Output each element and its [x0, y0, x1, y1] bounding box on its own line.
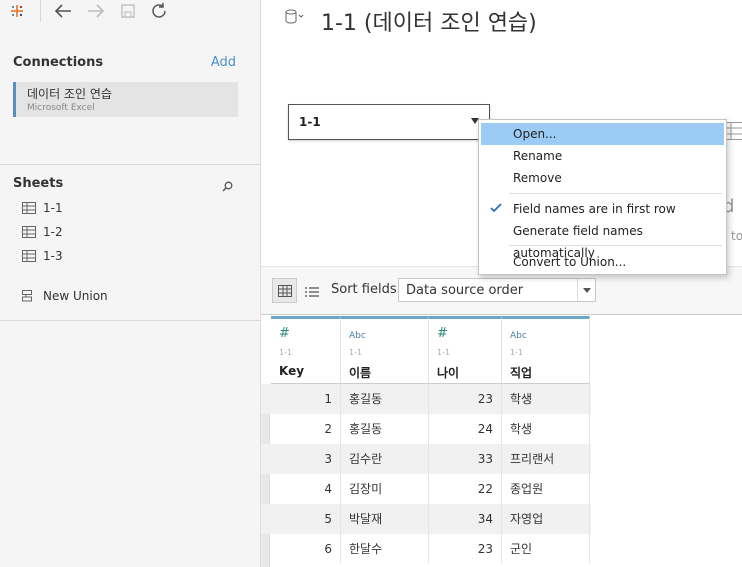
- checkmark-icon: [490, 203, 502, 213]
- menu-item-convert-to-union[interactable]: Convert to Union...: [481, 251, 724, 273]
- connection-item[interactable]: 데이터 조인 연습 Microsoft Excel: [13, 82, 238, 117]
- table-cell[interactable]: 1: [271, 384, 341, 414]
- table-cell[interactable]: 종업원: [502, 474, 590, 504]
- table-cell[interactable]: 3: [271, 444, 341, 474]
- table-cell[interactable]: 군인: [502, 534, 590, 564]
- back-arrow-icon[interactable]: [52, 0, 74, 22]
- menu-divider: [509, 193, 722, 194]
- connection-name: 데이터 조인 연습: [27, 87, 112, 101]
- toolbar: [0, 0, 261, 24]
- save-icon[interactable]: [117, 0, 139, 22]
- menu-item-generate-field-names[interactable]: Generate field names automatically: [481, 220, 724, 260]
- tableau-logo-icon[interactable]: [6, 0, 28, 22]
- table-cell[interactable]: 6: [271, 534, 341, 564]
- number-type-icon[interactable]: #: [279, 326, 290, 341]
- column-source: 1-1: [279, 348, 293, 357]
- sheet-item[interactable]: 1-2: [22, 223, 63, 241]
- menu-item-rename[interactable]: Rename: [481, 145, 724, 167]
- menu-divider: [509, 245, 722, 246]
- column-source: 1-1: [437, 348, 451, 357]
- table-cell[interactable]: 김수란: [341, 444, 429, 474]
- table-row: 6 한달수 23 군인: [261, 534, 591, 564]
- search-icon[interactable]: [222, 177, 233, 196]
- table-cell[interactable]: 23: [429, 384, 502, 414]
- sort-fields-value: Data source order: [406, 283, 524, 298]
- table-cell[interactable]: 34: [429, 504, 502, 534]
- menu-item-open[interactable]: Open...: [481, 123, 724, 145]
- sheet-item[interactable]: 1-3: [22, 247, 63, 265]
- table-cell[interactable]: 24: [429, 414, 502, 444]
- string-type-icon[interactable]: Abc: [349, 331, 366, 341]
- sort-fields-select[interactable]: Data source order: [398, 278, 596, 302]
- sheet-label: 1-1: [43, 201, 63, 215]
- forward-arrow-icon[interactable]: [85, 0, 107, 22]
- table-cell[interactable]: 박달재: [341, 504, 429, 534]
- new-union-item[interactable]: New Union: [22, 287, 108, 305]
- menu-item-field-names-first-row[interactable]: Field names are in first row: [481, 198, 724, 220]
- sheet-label: 1-3: [43, 249, 63, 263]
- connections-title: Connections: [13, 55, 104, 70]
- table-cell[interactable]: 5: [271, 504, 341, 534]
- table-cell[interactable]: 33: [429, 444, 502, 474]
- column-name: Key: [279, 364, 305, 378]
- datasource-title[interactable]: 1-1 (데이터 조인 연습): [321, 5, 537, 37]
- column-name: 나이: [437, 366, 460, 380]
- toolbar-divider: [40, 0, 41, 22]
- left-panel: Connections Add 데이터 조인 연습 Microsoft Exce…: [0, 0, 261, 567]
- table-row: 5 박달재 34 자영업: [261, 504, 591, 534]
- sheet-item[interactable]: 1-1: [22, 199, 63, 217]
- number-type-icon[interactable]: #: [437, 326, 448, 341]
- connection-type: Microsoft Excel: [27, 103, 95, 113]
- union-icon: [22, 290, 32, 302]
- table-cell[interactable]: 프리랜서: [502, 444, 590, 474]
- table-cell[interactable]: 4: [271, 474, 341, 504]
- table-row: 1 홍길동 23 학생: [261, 384, 591, 414]
- list-view-icon[interactable]: [305, 283, 319, 302]
- table-object[interactable]: 1-1: [288, 104, 490, 140]
- table-icon: [22, 226, 36, 238]
- table-cell[interactable]: 자영업: [502, 504, 590, 534]
- table-cell[interactable]: 22: [429, 474, 502, 504]
- grid-view-icon[interactable]: [272, 278, 297, 303]
- column-header-key[interactable]: # 1-1 Key: [271, 316, 341, 384]
- column-name: 직업: [510, 366, 533, 380]
- column-source: 1-1: [510, 348, 524, 357]
- new-union-label: New Union: [43, 289, 108, 303]
- section-divider: [0, 164, 261, 165]
- column-name: 이름: [349, 366, 372, 380]
- column-header-job[interactable]: Abc 1-1 직업: [502, 316, 590, 384]
- column-header-age[interactable]: # 1-1 나이: [429, 316, 502, 384]
- table-row: 2 홍길동 24 학생: [261, 414, 591, 444]
- table-cell[interactable]: 김장미: [341, 474, 429, 504]
- context-menu: Open... Rename Remove Field names are in…: [478, 119, 727, 275]
- table-cell[interactable]: 23: [429, 534, 502, 564]
- main-area: 1-1 (데이터 조인 연습) 1-1 d I to Sort fields D…: [261, 0, 742, 567]
- table-cell[interactable]: 한달수: [341, 534, 429, 564]
- datasource-icon[interactable]: [285, 9, 305, 29]
- table-cell[interactable]: 홍길동: [341, 414, 429, 444]
- column-header-name[interactable]: Abc 1-1 이름: [341, 316, 429, 384]
- table-icon: [22, 202, 36, 214]
- table-cell[interactable]: 학생: [502, 384, 590, 414]
- string-type-icon[interactable]: Abc: [510, 331, 527, 341]
- table-cell[interactable]: 학생: [502, 414, 590, 444]
- menu-item-label: Field names are in first row: [513, 202, 676, 216]
- add-connection-link[interactable]: Add: [211, 55, 236, 70]
- table-row: 3 김수란 33 프리랜서: [261, 444, 591, 474]
- menu-item-remove[interactable]: Remove: [481, 167, 724, 189]
- sheet-label: 1-2: [43, 225, 63, 239]
- sheets-title: Sheets: [13, 176, 64, 191]
- column-source: 1-1: [349, 348, 363, 357]
- table-cell[interactable]: 2: [271, 414, 341, 444]
- table-row: 4 김장미 22 종업원: [261, 474, 591, 504]
- section-divider: [0, 320, 261, 321]
- table-object-label: 1-1: [299, 115, 321, 129]
- table-icon: [22, 250, 36, 262]
- table-cell[interactable]: 홍길동: [341, 384, 429, 414]
- hint-subtext: to: [731, 229, 742, 243]
- refresh-icon[interactable]: [148, 0, 170, 22]
- sort-fields-label: Sort fields: [331, 282, 397, 297]
- chevron-down-icon[interactable]: [577, 279, 595, 301]
